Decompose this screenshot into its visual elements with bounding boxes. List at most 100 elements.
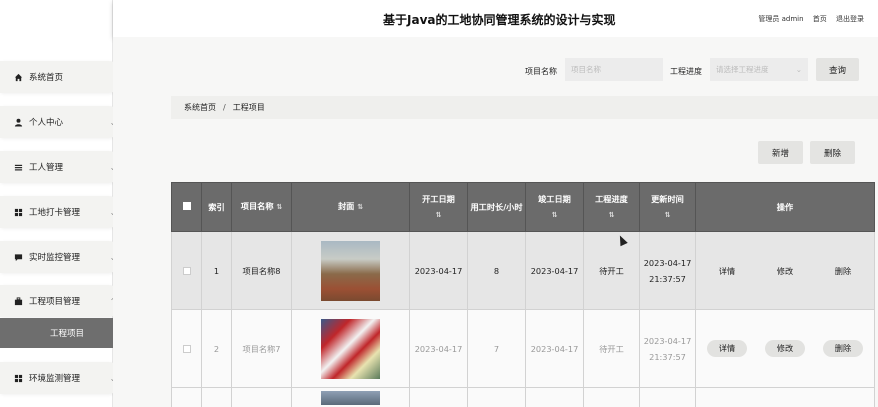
header-updated[interactable]: 更新时间 ⇅: [639, 182, 696, 232]
breadcrumb: 系统首页 / 工程项目: [171, 96, 878, 119]
header-start[interactable]: 开工日期 ⇅: [409, 182, 468, 232]
table-header-row: 索引 项目名称 ⇅ 封面 ⇅ 开工日期 ⇅ 用工时长/小时 竣工日期 ⇅ 工程进度 ⇅…: [171, 182, 875, 232]
cover-image: [321, 240, 380, 301]
user-icon: [13, 117, 23, 127]
row-cover: [291, 387, 410, 407]
cover-image: [321, 318, 380, 379]
select-all-checkbox[interactable]: [182, 201, 191, 210]
row-progress: 待开工: [583, 231, 640, 310]
sidebar-item-label: 工地打卡管理: [29, 208, 81, 218]
row-index: 2: [201, 309, 232, 388]
breadcrumb-current: 工程项目: [232, 103, 265, 112]
header-index: 索引: [201, 182, 232, 232]
header-cover[interactable]: 封面 ⇅: [291, 182, 410, 232]
home-icon: [13, 72, 23, 82]
header-progress[interactable]: 工程进度 ⇅: [583, 182, 640, 232]
header-duration[interactable]: 用工时长/小时: [467, 182, 526, 232]
row-checkbox[interactable]: [182, 267, 191, 275]
row-name: [231, 387, 292, 407]
row-delete-button[interactable]: 删除: [835, 263, 851, 279]
sidebar-item-projects[interactable]: 工程项目管理 ⌃: [0, 285, 124, 317]
header-end-label: 竣工日期: [538, 193, 571, 204]
header-start-label: 开工日期: [422, 193, 455, 204]
sort-icon[interactable]: ⇅: [609, 211, 615, 219]
row-start: [409, 387, 468, 407]
query-button[interactable]: 查询: [816, 58, 859, 81]
progress-select[interactable]: 请选择工程进度 ⌄: [710, 58, 808, 81]
sort-icon[interactable]: ⇅: [665, 211, 671, 219]
cover-image: [321, 391, 380, 405]
sidebar-item-label: 工程项目管理: [29, 297, 81, 307]
edit-button[interactable]: 修改: [764, 340, 806, 357]
row-index: [201, 387, 232, 407]
grid-icon: [13, 207, 23, 217]
row-name: 项目名称7: [231, 309, 292, 388]
breadcrumb-home[interactable]: 系统首页: [184, 102, 216, 113]
row-cover: [291, 309, 410, 388]
sidebar-item-label: 实时监控管理: [29, 253, 81, 263]
top-header: 基于Java的工地协同管理系统的设计与实现 管理员 admin 首页 退出登录: [113, 0, 878, 37]
breadcrumb-separator: /: [223, 103, 226, 112]
header-updated-label: 更新时间: [651, 193, 684, 204]
row-select-cell: [171, 387, 202, 407]
sort-icon[interactable]: ⇅: [276, 203, 282, 211]
home-link[interactable]: 首页: [813, 15, 827, 23]
add-button[interactable]: 新增: [758, 141, 803, 164]
row-checkbox[interactable]: [182, 345, 191, 353]
chevron-down-icon: ⌄: [795, 65, 802, 74]
sidebar-item-label: 环境监测管理: [29, 374, 81, 384]
sidebar-item-checkin[interactable]: 工地打卡管理 ⌄: [0, 196, 124, 228]
row-start: 2023-04-17: [409, 309, 468, 388]
edit-button[interactable]: 修改: [777, 263, 793, 279]
list-icon: [13, 162, 23, 172]
row-select-cell[interactable]: [171, 231, 202, 310]
sort-icon[interactable]: ⇅: [552, 211, 558, 219]
table-row[interactable]: 2 项目名称7 2023-04-17 7 2023-04-17 待开工 2023…: [171, 309, 875, 388]
row-actions: 详情 修改 删除: [698, 263, 872, 279]
sidebar-item-monitor[interactable]: 实时监控管理 ⌄: [0, 241, 124, 273]
row-delete-button[interactable]: 删除: [822, 340, 864, 357]
row-updated: 2023-04-17 21:37:57: [639, 231, 696, 310]
user-bar: 管理员 admin 首页 退出登录: [751, 14, 864, 24]
sidebar-item-label: 工人管理: [29, 163, 64, 173]
header-name-label: 项目名称: [240, 201, 274, 211]
row-end: 2023-04-17: [525, 309, 584, 388]
project-name-input[interactable]: 项目名称: [565, 58, 663, 81]
project-name-label: 项目名称: [525, 67, 557, 76]
row-duration: 7: [467, 309, 526, 388]
row-cover: [291, 231, 410, 310]
sort-icon[interactable]: ⇅: [357, 203, 363, 211]
header-ops: 操作: [695, 182, 875, 232]
row-ops: [695, 387, 875, 407]
select-all-cell[interactable]: [171, 182, 202, 232]
detail-button[interactable]: 详情: [719, 263, 735, 279]
briefcase-icon: [13, 296, 23, 306]
main-content: 项目名称 项目名称 工程进度 请选择工程进度 ⌄ 查询 系统首页 / 工程项目 …: [113, 37, 878, 407]
detail-button[interactable]: 详情: [706, 340, 748, 357]
sidebar-item-environment[interactable]: 环境监测管理 ⌄: [0, 362, 124, 394]
row-duration: [467, 387, 526, 407]
grid-icon: [13, 373, 23, 383]
row-updated: [639, 387, 696, 407]
header-name[interactable]: 项目名称 ⇅: [231, 182, 292, 232]
sidebar-item-label: 系统首页: [29, 73, 64, 83]
progress-select-placeholder: 请选择工程进度: [716, 65, 769, 74]
project-table: 索引 项目名称 ⇅ 封面 ⇅ 开工日期 ⇅ 用工时长/小时 竣工日期 ⇅ 工程进度 ⇅…: [171, 182, 875, 407]
table-row[interactable]: 1 项目名称8 2023-04-17 8 2023-04-17 待开工 2023…: [171, 231, 875, 310]
sidebar-item-profile[interactable]: 个人中心 ⌄: [0, 106, 124, 138]
row-ops: 详情 修改 删除: [695, 309, 875, 388]
row-select-cell[interactable]: [171, 309, 202, 388]
sidebar-subitem-project[interactable]: 工程项目: [0, 318, 113, 348]
delete-button[interactable]: 删除: [810, 141, 855, 164]
logout-link[interactable]: 退出登录: [836, 15, 864, 23]
table-row[interactable]: [171, 387, 875, 407]
row-name: 项目名称8: [231, 231, 292, 310]
header-end[interactable]: 竣工日期 ⇅: [525, 182, 584, 232]
progress-label: 工程进度: [670, 67, 702, 76]
header-duration-label: 用工时长/小时: [470, 201, 523, 212]
sidebar-item-workers[interactable]: 工人管理 ⌄: [0, 151, 124, 183]
row-progress: 待开工: [583, 309, 640, 388]
sort-icon[interactable]: ⇅: [436, 211, 442, 219]
sidebar-item-home[interactable]: 系统首页: [0, 61, 124, 93]
header-cover-label: 封面: [337, 201, 355, 211]
